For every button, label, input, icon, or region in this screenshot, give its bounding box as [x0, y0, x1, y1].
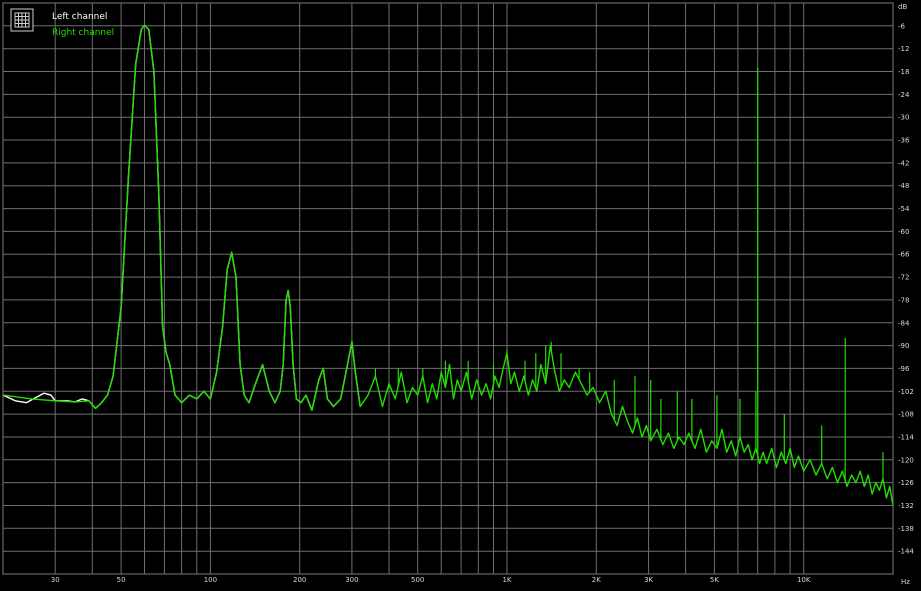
x-tick-label: 50	[117, 576, 126, 584]
y-tick-label: -48	[898, 182, 909, 190]
y-tick-label: -102	[898, 388, 914, 396]
y-tick-label: -84	[898, 319, 910, 327]
x-tick-label: 1K	[502, 576, 511, 584]
y-tick-label: -132	[898, 502, 914, 510]
legend-item-right-channel: Right channel	[52, 28, 114, 38]
y-tick-label: -120	[898, 456, 914, 464]
y-tick-label: -78	[898, 296, 909, 304]
y-tick-label: -6	[898, 22, 906, 30]
y-tick-label: -66	[898, 251, 910, 259]
y-tick-label: -18	[898, 68, 909, 76]
x-tick-label: 300	[345, 576, 358, 584]
x-tick-label: 30	[51, 576, 60, 584]
y-tick-label: -90	[898, 342, 909, 350]
y-tick-label: -54	[898, 205, 910, 213]
y-tick-label: -114	[898, 434, 914, 442]
x-tick-label: 3K	[644, 576, 653, 584]
x-tick-label: 2K	[592, 576, 601, 584]
y-tick-label: -24	[898, 91, 910, 99]
x-tick-label: 500	[411, 576, 424, 584]
y-tick-label: -144	[898, 548, 914, 556]
spectrum-chart: dB Hz -6 -12 -18 -24 -30 -36 -42 -48 -54 -60 -66 -7…	[0, 0, 921, 591]
y-tick-label: -138	[898, 525, 914, 533]
chart-background	[0, 0, 921, 591]
x-tick-label: 10K	[797, 576, 811, 584]
x-tick-label: 5K	[710, 576, 719, 584]
y-tick-label: -108	[898, 411, 914, 419]
legend-item-left-channel: Left channel	[52, 12, 107, 22]
y-tick-label: -72	[898, 274, 909, 282]
y-tick-label: -60	[898, 228, 909, 236]
y-tick-label: -42	[898, 159, 909, 167]
chart-svg: dB Hz -6 -12 -18 -24 -30 -36 -42 -48 -54 -60 -66 -7…	[0, 0, 921, 591]
y-tick-label: -12	[898, 45, 909, 53]
y-tick-label: -126	[898, 479, 914, 487]
y-unit-label: dB	[898, 3, 907, 11]
y-tick-label: -30	[898, 114, 909, 122]
y-tick-label: -96	[898, 365, 910, 373]
y-tick-label: -36	[898, 137, 910, 145]
x-tick-label: 100	[204, 576, 217, 584]
x-unit-label: Hz	[901, 578, 910, 586]
x-tick-label: 200	[293, 576, 306, 584]
